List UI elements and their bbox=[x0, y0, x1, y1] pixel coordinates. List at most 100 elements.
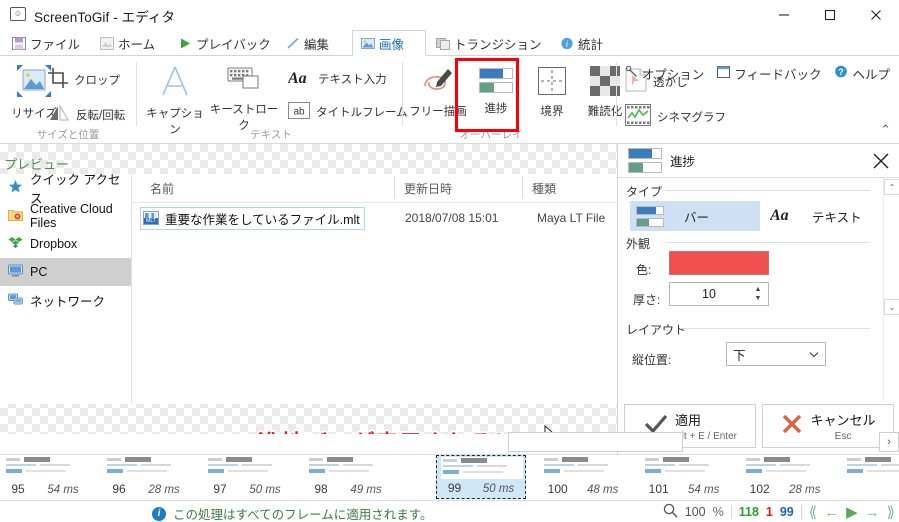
pencil-icon bbox=[286, 37, 300, 50]
preview-canvas[interactable]: プレビュー クイック アクセス Creative Cloud Files Dro… bbox=[0, 144, 617, 434]
frame-number: 97 bbox=[213, 482, 227, 496]
frame-duration: 54 ms bbox=[688, 484, 720, 496]
type-option-bar[interactable]: バー bbox=[630, 201, 760, 231]
thickness-stepper[interactable]: 10 ▲ ▼ bbox=[669, 282, 769, 306]
list-item[interactable]: 97 50 ms bbox=[202, 455, 292, 499]
next-frame-button[interactable]: → bbox=[865, 504, 880, 521]
tab-statistics[interactable]: i 統計 bbox=[552, 30, 618, 56]
thickness-stepper-arrows[interactable]: ▲ ▼ bbox=[748, 286, 768, 302]
cinemagraph-button[interactable]: シネマグラフ bbox=[625, 104, 726, 129]
minimize-button[interactable] bbox=[761, 0, 807, 30]
tab-playback-label: プレイバック bbox=[196, 37, 271, 52]
column-header-name[interactable]: 名前 bbox=[150, 180, 174, 197]
file-name-text: 重要な作業をしているファイル.mlt bbox=[165, 212, 360, 227]
cancel-label: キャンセル bbox=[810, 413, 876, 428]
play-button[interactable]: ▶ bbox=[846, 503, 858, 521]
last-frame-button[interactable]: ⟫ bbox=[887, 503, 895, 521]
panel-close-icon[interactable] bbox=[870, 150, 892, 172]
feedback-button[interactable]: フィードバック bbox=[712, 64, 826, 83]
filmstrip-scroll-thumb[interactable] bbox=[508, 432, 683, 452]
type-option-bar-label: バー bbox=[684, 210, 710, 225]
cinemagraph-label: シネマグラフ bbox=[657, 111, 726, 124]
vposition-select[interactable]: 下 bbox=[726, 342, 826, 366]
tab-transition[interactable]: トランジション bbox=[428, 30, 550, 56]
ribbon-right-actions: オプション フィードバック ? ヘルプ bbox=[620, 60, 895, 86]
frame-meta: 102 28 ms bbox=[740, 482, 830, 496]
text-input-label: テキスト入力 bbox=[318, 73, 387, 86]
options-label: オプション bbox=[641, 67, 705, 82]
selected-frames-count: 1 bbox=[765, 505, 773, 519]
screentogif-editor-window: ☺ ScreenToGif - エディタ ファイル ホーム プレイバック 編集 … bbox=[0, 0, 899, 522]
zoom-value[interactable]: 100 bbox=[685, 505, 706, 519]
sidebar-item-quick-access[interactable]: クイック アクセス bbox=[0, 173, 131, 206]
ribbon-group-size-position-label: サイズと位置 bbox=[36, 129, 100, 141]
flip-rotate-button[interactable]: 反転/回転 bbox=[48, 103, 125, 125]
border-button[interactable]: 境界 bbox=[526, 66, 578, 119]
sidebar-item-creative-cloud[interactable]: Creative Cloud Files bbox=[0, 202, 131, 230]
close-button[interactable] bbox=[853, 0, 899, 30]
tab-edit[interactable]: 編集 bbox=[278, 30, 350, 56]
frame-thumbnail bbox=[4, 456, 86, 478]
panel-scroll-up-button[interactable]: ⌃ bbox=[884, 179, 899, 195]
color-swatch-button[interactable] bbox=[669, 251, 769, 275]
stepper-down-icon[interactable]: ▼ bbox=[755, 295, 762, 302]
wrench-icon bbox=[625, 65, 638, 81]
explorer-column-headers: 名前 更新日時 種類 bbox=[132, 176, 617, 202]
collapse-ribbon-button[interactable]: ⌃ bbox=[880, 122, 891, 138]
frame-meta: 96 28 ms bbox=[101, 482, 191, 496]
list-item[interactable]: 96 28 ms bbox=[101, 455, 191, 499]
list-item[interactable]: 100 48 ms bbox=[538, 455, 628, 499]
type-option-text[interactable]: Aa テキスト bbox=[766, 201, 886, 231]
frame-filmstrip[interactable]: 95 54 ms 96 28 ms 97 50 ms 98 49 ms 99 5… bbox=[0, 454, 899, 500]
sidebar-item-pc[interactable]: PC bbox=[0, 258, 131, 286]
filmstrip-scroll-right-button[interactable]: › bbox=[879, 432, 899, 452]
list-item[interactable] bbox=[841, 455, 899, 499]
table-row[interactable]: 重要な作業をしているファイル.mlt 2018/07/08 15:01 Maya… bbox=[140, 206, 610, 230]
crop-icon bbox=[48, 68, 68, 91]
status-message: i この処理はすべてのフレームに適用されます。 bbox=[152, 504, 433, 522]
vposition-label: 縦位置: bbox=[632, 353, 672, 367]
resize-icon bbox=[16, 65, 52, 102]
sidebar-item-network[interactable]: ネットワーク bbox=[0, 286, 131, 314]
file-name-cell[interactable]: 重要な作業をしているファイル.mlt bbox=[140, 206, 365, 230]
text-input-button[interactable]: Aa テキスト入力 bbox=[287, 68, 387, 89]
keyboard-icon bbox=[227, 67, 261, 98]
first-frame-button[interactable]: ⟪ bbox=[809, 503, 817, 521]
column-divider-2 bbox=[522, 176, 523, 198]
sidebar-item-dropbox[interactable]: Dropbox bbox=[0, 230, 131, 258]
magnifier-icon[interactable] bbox=[663, 503, 678, 521]
ribbon-group-text-label: テキスト bbox=[250, 129, 292, 141]
tab-home[interactable]: ホーム bbox=[92, 30, 168, 56]
stepper-up-icon[interactable]: ▲ bbox=[755, 286, 762, 293]
frame-meta: 100 48 ms bbox=[538, 482, 628, 496]
crop-button[interactable]: クロップ bbox=[48, 68, 120, 91]
help-button[interactable]: ? ヘルプ bbox=[829, 64, 895, 83]
frame-meta: 101 54 ms bbox=[639, 482, 729, 496]
tab-image[interactable]: 画像 bbox=[352, 30, 426, 56]
list-item[interactable]: 95 54 ms bbox=[0, 455, 90, 499]
frame-number: 99 bbox=[447, 481, 462, 495]
maximize-button[interactable] bbox=[807, 0, 853, 30]
info-icon: i bbox=[152, 506, 166, 521]
filmstrip-scrollbar[interactable]: › bbox=[0, 432, 899, 454]
feedback-label: フィードバック bbox=[734, 67, 822, 82]
keystroke-button[interactable]: キーストローク bbox=[206, 64, 282, 133]
tab-file[interactable]: ファイル bbox=[4, 30, 90, 56]
list-item-selected[interactable]: 99 50 ms bbox=[436, 455, 526, 499]
total-frames-count: 118 bbox=[738, 505, 759, 519]
list-item[interactable]: 102 28 ms bbox=[740, 455, 830, 499]
previous-frame-button[interactable]: ← bbox=[824, 504, 839, 521]
chevron-down-icon bbox=[809, 345, 819, 363]
column-header-date[interactable]: 更新日時 bbox=[404, 180, 452, 197]
frame-thumbnail bbox=[744, 456, 826, 478]
panel-scrollbar[interactable]: ⌃ ⌄ bbox=[883, 179, 899, 401]
panel-scroll-down-button[interactable]: ⌄ bbox=[884, 299, 899, 315]
column-header-type[interactable]: 種類 bbox=[532, 180, 556, 197]
title-frame-button[interactable]: ab タイトルフレーム bbox=[288, 102, 408, 122]
tab-playback[interactable]: プレイバック bbox=[170, 30, 276, 56]
computer-icon bbox=[8, 264, 23, 280]
options-button[interactable]: オプション bbox=[620, 64, 710, 83]
list-item[interactable]: 101 54 ms bbox=[639, 455, 729, 499]
help-icon: ? bbox=[834, 65, 848, 81]
list-item[interactable]: 98 49 ms bbox=[303, 455, 393, 499]
